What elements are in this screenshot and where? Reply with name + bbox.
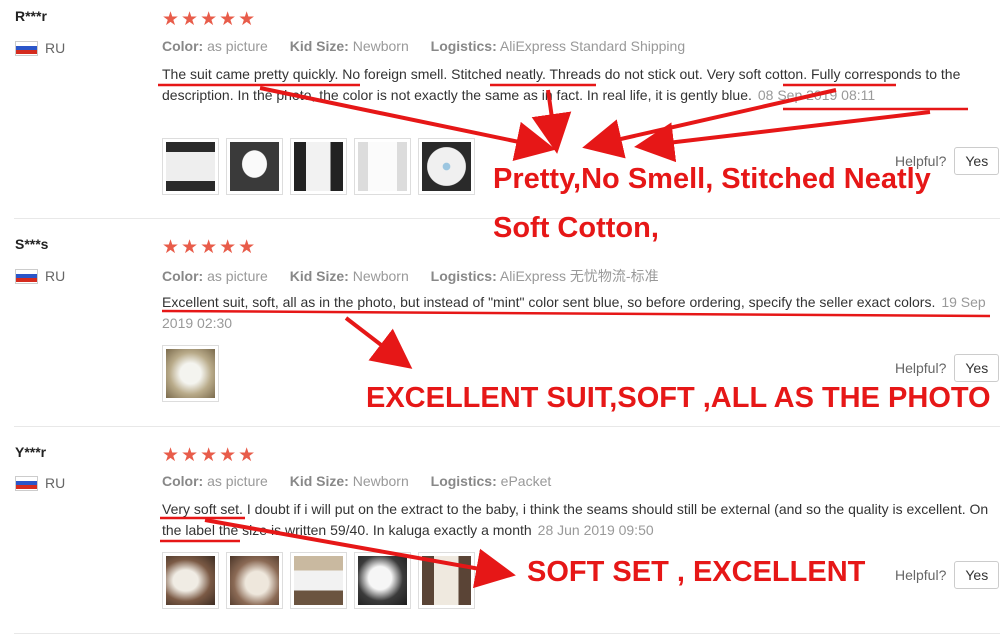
kid-size-value: Newborn (352, 268, 409, 284)
logistics-value: ePacket (500, 473, 552, 489)
review-date: 28 Jun 2019 09:50 (537, 522, 654, 538)
color-label: Color: (162, 473, 204, 489)
star-rating: ★★★★★ (162, 9, 258, 30)
review-photo[interactable] (226, 138, 283, 195)
kid-size-value: Newborn (352, 38, 409, 54)
kid-size-label: Kid Size: (289, 473, 349, 489)
country-code: RU (45, 40, 66, 56)
review-photo[interactable] (354, 138, 411, 195)
color-value: as picture (207, 38, 268, 54)
reviewer-country: RU (15, 40, 65, 56)
helpful-vote: Helpful? Yes (895, 561, 1000, 589)
helpful-label: Helpful? (895, 360, 947, 376)
kid-size-label: Kid Size: (289, 268, 349, 284)
logistics-label: Logistics: (430, 38, 497, 54)
review-photo[interactable] (226, 552, 283, 609)
star-rating: ★★★★★ (162, 445, 258, 466)
review-text: The suit came pretty quickly. No foreign… (162, 64, 1000, 106)
review-photo[interactable] (290, 138, 347, 195)
color-value: as picture (207, 473, 268, 489)
country-code: RU (45, 268, 66, 284)
logistics-value: AliExpress Standard Shipping (499, 38, 686, 54)
russia-flag-icon (15, 268, 38, 284)
reviewer-name: S***s (15, 236, 49, 252)
color-label: Color: (162, 38, 204, 54)
reviewer-name: R***r (15, 8, 47, 24)
review-body: Excellent suit, soft, all as in the phot… (162, 294, 936, 310)
review-photo[interactable] (290, 552, 347, 609)
reviewer-name: Y***r (15, 444, 47, 460)
helpful-vote: Helpful? Yes (895, 354, 1000, 382)
helpful-label: Helpful? (895, 567, 947, 583)
star-rating: ★★★★★ (162, 237, 258, 258)
review-photo[interactable] (162, 552, 219, 609)
review-meta: Color: as picture Kid Size: Newborn Logi… (162, 38, 703, 54)
helpful-yes-button[interactable]: Yes (954, 354, 1000, 382)
review-photo[interactable] (162, 138, 219, 195)
helpful-yes-button[interactable]: Yes (954, 147, 1000, 175)
review-date: 08 Sep 2019 08:11 (757, 87, 876, 103)
kid-size-label: Kid Size: (289, 38, 349, 54)
review-photo[interactable] (162, 345, 219, 402)
review-meta: Color: as picture Kid Size: Newborn Logi… (162, 473, 569, 489)
logistics-label: Logistics: (430, 473, 497, 489)
russia-flag-icon (15, 475, 38, 491)
review-text: Very soft set. I doubt if i will put on … (162, 499, 1000, 541)
helpful-yes-button[interactable]: Yes (954, 561, 1000, 589)
review-photo[interactable] (418, 138, 475, 195)
annotation-text: SOFT SET , EXCELLENT (527, 556, 866, 588)
color-value: as picture (207, 268, 268, 284)
review-photos (162, 552, 475, 609)
review-photos (162, 345, 219, 402)
color-label: Color: (162, 268, 204, 284)
annotation-text: Soft Cotton, (493, 212, 659, 244)
review-divider (14, 426, 1000, 427)
russia-flag-icon (15, 40, 38, 56)
review-photo[interactable] (354, 552, 411, 609)
reviewer-country: RU (15, 475, 65, 491)
review-photos (162, 138, 475, 195)
review-text: Excellent suit, soft, all as in the phot… (162, 292, 1000, 334)
country-code: RU (45, 475, 66, 491)
review-divider (14, 633, 1000, 634)
review-photo[interactable] (418, 552, 475, 609)
annotation-text: Pretty,No Smell, Stitched Neatly (493, 163, 931, 195)
kid-size-value: Newborn (352, 473, 409, 489)
reviewer-country: RU (15, 268, 65, 284)
review-meta: Color: as picture Kid Size: Newborn Logi… (162, 266, 677, 286)
logistics-value: AliExpress 无忧物流-标准 (499, 268, 659, 284)
logistics-label: Logistics: (430, 268, 497, 284)
annotation-text: EXCELLENT SUIT,SOFT ,ALL AS THE PHOTO (366, 382, 991, 414)
